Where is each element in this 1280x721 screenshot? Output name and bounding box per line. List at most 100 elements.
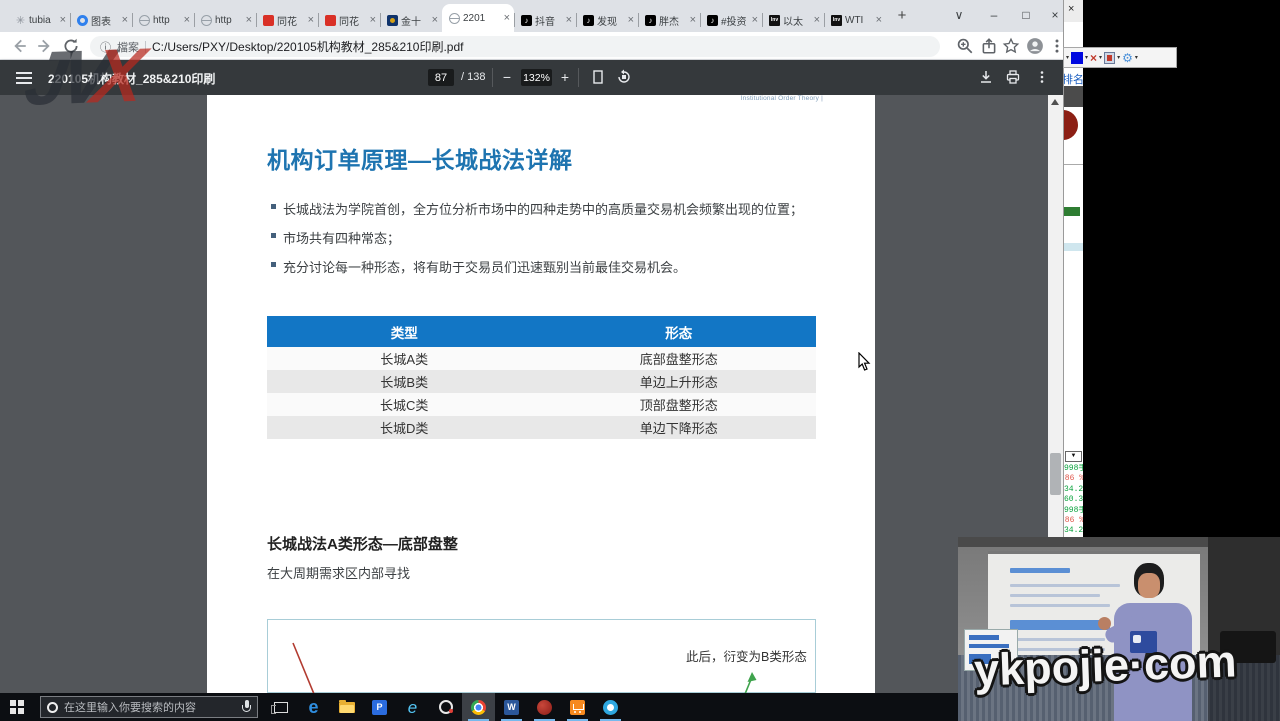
tab-close-icon[interactable]: ×: [184, 15, 190, 26]
zoom-level-input[interactable]: 132%: [521, 69, 552, 86]
tab-title: 2201: [463, 13, 501, 24]
pdf-menu-icon[interactable]: [16, 72, 32, 87]
start-button[interactable]: [10, 700, 24, 714]
taskbar-icon-word[interactable]: W: [495, 693, 528, 721]
taskbar-icon-tonghuashun[interactable]: [528, 693, 561, 721]
chart-figure: 此后，衍变为B类形态: [267, 619, 816, 693]
taskbar-icon-task-view[interactable]: [264, 693, 297, 721]
download-icon[interactable]: [978, 69, 994, 85]
tab-close-icon[interactable]: ×: [504, 13, 510, 24]
maximize-button[interactable]: □: [1011, 0, 1041, 30]
taskbar-icon-file-explorer[interactable]: [330, 693, 363, 721]
tab-close-icon[interactable]: ×: [370, 15, 376, 26]
browser-tab[interactable]: ♪发现×: [576, 8, 638, 32]
zoom-in-button[interactable]: +: [557, 69, 573, 85]
dropdown-caret-icon[interactable]: ▾: [1117, 54, 1120, 61]
section-text: 在大周期需求区内部寻找: [267, 563, 410, 582]
microphone-icon[interactable]: [242, 700, 251, 714]
projected-doc-line: [1010, 594, 1100, 597]
browser-tab[interactable]: 2201×: [442, 4, 514, 32]
page-number-input[interactable]: 87: [428, 69, 454, 86]
browser-tab[interactable]: 图表×: [70, 8, 132, 32]
taskbar-icon-shop-app[interactable]: [561, 693, 594, 721]
tab-close-icon[interactable]: ×: [246, 15, 252, 26]
tab-close-icon[interactable]: ×: [752, 15, 758, 26]
settings-gear-icon[interactable]: ⚙: [1122, 52, 1133, 64]
bookmark-flag-button[interactable]: [1104, 52, 1115, 64]
refresh-icon[interactable]: [62, 37, 80, 55]
tab-close-icon[interactable]: ×: [60, 15, 66, 26]
tab-strip: ✳tubia×图表×http×http×同花×同花×金十×2201×♪抖音×♪发…: [0, 0, 1063, 32]
browser-menu-chevron[interactable]: ∨: [944, 0, 974, 30]
browser-tab[interactable]: Inv以太×: [762, 8, 824, 32]
omnibox[interactable]: ⓘ 檔案 C:/Users/PXY/Desktop/220105机构教材_285…: [90, 36, 940, 57]
back-icon[interactable]: [10, 37, 28, 55]
quote-value: 998手: [1064, 506, 1083, 516]
tab-title: 抖音: [535, 13, 563, 28]
tab-title: http: [153, 15, 181, 26]
dropdown-caret-icon[interactable]: ▾: [1135, 54, 1138, 61]
print-icon[interactable]: [1005, 69, 1021, 85]
tab-close-icon[interactable]: ×: [566, 15, 572, 26]
minimize-button[interactable]: –: [979, 0, 1009, 30]
pdf-kebab-menu-icon[interactable]: [1034, 69, 1050, 85]
presenter-webcam-overlay: [958, 537, 1280, 721]
dropdown-caret-icon[interactable]: ▾: [1085, 54, 1088, 61]
page-info-icon[interactable]: ⓘ: [100, 39, 111, 55]
share-icon[interactable]: [980, 37, 998, 55]
pattern-table: 类型形态 长城A类底部盘整形态长城B类单边上升形态长城C类顶部盘整形态长城D类单…: [267, 316, 816, 439]
browser-tab[interactable]: ♪抖音×: [514, 8, 576, 32]
quote-value: 60.35: [1064, 495, 1083, 505]
presenter-face: [1138, 573, 1160, 598]
zoom-out-button[interactable]: −: [499, 69, 515, 85]
pdf-viewport[interactable]: Institutional Order Theory | 机构订单原理—长城战法…: [0, 95, 1048, 693]
tab-close-icon[interactable]: ×: [628, 15, 634, 26]
browser-tab[interactable]: http×: [194, 8, 256, 32]
table-cell: 长城C类: [267, 393, 542, 416]
scrollbar-up-arrow[interactable]: [1051, 99, 1059, 105]
fit-page-icon[interactable]: [590, 69, 606, 85]
taskbar-search-box[interactable]: 在这里输入你要搜索的内容: [40, 696, 258, 718]
rotate-icon[interactable]: [616, 69, 632, 85]
zoom-icon[interactable]: [956, 37, 974, 55]
tab-close-icon[interactable]: ×: [690, 15, 696, 26]
taskbar-icon-edge[interactable]: e: [297, 693, 330, 721]
tab-close-icon[interactable]: ×: [876, 15, 882, 26]
delete-x-button[interactable]: ×: [1090, 52, 1097, 64]
url-text[interactable]: C:/Users/PXY/Desktop/220105机构教材_285&210印…: [152, 38, 464, 55]
browser-tab[interactable]: 同花×: [318, 8, 380, 32]
tab-close-icon[interactable]: ×: [814, 15, 820, 26]
sliver-close-icon[interactable]: ×: [1068, 3, 1074, 15]
browser-tab[interactable]: 同花×: [256, 8, 318, 32]
dropdown-caret-icon[interactable]: ▾: [1066, 54, 1069, 61]
tab-close-icon[interactable]: ×: [308, 15, 314, 26]
tab-close-icon[interactable]: ×: [432, 15, 438, 26]
sliver-dropdown-button[interactable]: ▼: [1065, 451, 1082, 462]
taskbar-icon-potplayer[interactable]: P: [363, 693, 396, 721]
browser-tab[interactable]: http×: [132, 8, 194, 32]
taskbar-icon-internet-explorer[interactable]: e: [396, 693, 429, 721]
green-arrow-head: [748, 672, 757, 682]
browser-tab[interactable]: ♪#投资×: [700, 8, 762, 32]
forward-icon[interactable]: [36, 37, 54, 55]
table-cell: 长城A类: [267, 347, 542, 370]
taskbar-icon-tim[interactable]: [594, 693, 627, 721]
dropdown-caret-icon[interactable]: ▾: [1099, 54, 1102, 61]
tiktok-favicon: ♪: [707, 15, 718, 26]
microphone-flag: [1130, 631, 1157, 653]
red-trend-line: [293, 643, 314, 693]
color-swatch-button[interactable]: [1071, 52, 1083, 64]
bookmark-star-icon[interactable]: [1002, 37, 1020, 55]
browser-tab[interactable]: ♪胖杰×: [638, 8, 700, 32]
taskbar-icon-chrome[interactable]: [462, 693, 495, 721]
taskbar-icon-chat-app[interactable]: [429, 693, 462, 721]
scrollbar-thumb[interactable]: [1050, 453, 1061, 495]
new-tab-button[interactable]: +: [893, 7, 911, 24]
profile-avatar-icon[interactable]: [1026, 37, 1044, 55]
browser-tab[interactable]: 金十×: [380, 8, 442, 32]
browser-tab[interactable]: InvWTI×: [824, 8, 886, 32]
bullet-item: 充分讨论每一种形态，将有助于交易员们迅速甄别当前最佳交易机会。: [271, 257, 803, 276]
tab-close-icon[interactable]: ×: [122, 15, 128, 26]
toolbar-divider: [578, 68, 579, 87]
browser-tab[interactable]: ✳tubia×: [8, 8, 70, 32]
